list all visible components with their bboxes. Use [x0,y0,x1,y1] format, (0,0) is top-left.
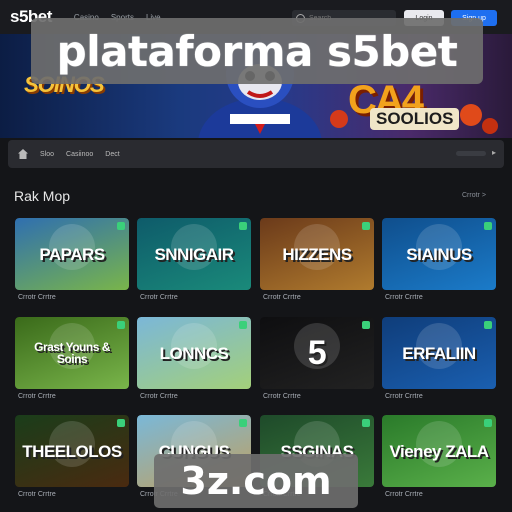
fruit-decoration [482,118,498,134]
overlay-title-text: plataforma s5bet [56,26,458,76]
game-title: SIAINUS [406,244,472,264]
game-title: THEELOLOS [22,441,122,461]
game-card[interactable]: THEELOLOS Crrotr Crrtre [15,415,129,498]
category-bar: Sloo Casiinoo Dect ▸ [8,140,504,168]
game-title: Grast Youns & Soins [34,340,110,366]
overlay-domain: 3z.com [154,454,358,508]
game-card[interactable]: Grast Youns & Soins Crrotr Crrtre [15,317,129,400]
game-card[interactable]: HIZZENS Crrotr Crrtre [260,218,374,301]
new-badge-icon [484,419,492,427]
game-card[interactable]: SIAINUS Crrotr Crrtre [382,218,496,301]
category-tab[interactable]: Casiinoo [66,151,93,158]
new-badge-icon [239,419,247,427]
game-thumbnail[interactable]: ERFALIIN [382,317,496,389]
section-view-all-link[interactable]: Crrotr > [462,192,486,199]
new-badge-icon [362,419,370,427]
game-title: 5 [307,334,327,372]
game-thumbnail[interactable]: LONNCS [137,317,251,389]
game-thumbnail[interactable]: THEELOLOS [15,415,129,487]
game-title: HIZZENS [282,244,352,264]
game-title: Vieney ZALA [389,441,489,461]
new-badge-icon [239,222,247,230]
game-caption: Crrotr Crrtre [263,393,301,400]
page: s5bet Casino Sports Live Login Sign up S… [0,0,512,512]
game-thumbnail[interactable]: Grast Youns & Soins [15,317,129,389]
overlay-domain-text: 3z.com [180,459,332,503]
game-caption: Crrotr Crrtre [18,491,56,498]
game-card[interactable]: PAPARS Crrotr Crrtre [15,218,129,301]
game-caption: Crrotr Crrtre [385,393,423,400]
game-title: ERFALIIN [402,343,476,363]
game-caption: Crrotr Crrtre [385,294,423,301]
game-title: SNNIGAIR [154,244,234,264]
game-card[interactable]: Vieney ZALA Crrotr Crrtre [382,415,496,498]
game-caption: Crrotr Crrtre [140,393,178,400]
new-badge-icon [362,222,370,230]
game-title: LONNCS [159,343,229,363]
game-thumbnail[interactable]: Vieney ZALA [382,415,496,487]
fruit-decoration [330,110,348,128]
game-caption: Crrotr Crrtre [385,491,423,498]
game-thumbnail[interactable]: SNNIGAIR [137,218,251,290]
game-thumbnail[interactable]: PAPARS [15,218,129,290]
new-badge-icon [484,321,492,329]
game-card[interactable]: ERFALIIN Crrotr Crrtre [382,317,496,400]
chevron-right-icon[interactable]: ▸ [492,148,496,157]
new-badge-icon [239,321,247,329]
new-badge-icon [117,222,125,230]
game-caption: Crrotr Crrtre [140,294,178,301]
category-tab[interactable]: Sloo [40,151,54,158]
new-badge-icon [484,222,492,230]
home-icon[interactable] [18,149,28,159]
fruit-decoration [460,104,482,126]
game-thumbnail[interactable]: SIAINUS [382,218,496,290]
new-badge-icon [117,419,125,427]
new-badge-icon [362,321,370,329]
game-card[interactable]: 5 Crrotr Crrtre [260,317,374,400]
game-thumbnail[interactable]: 5 [260,317,374,389]
game-caption: Crrotr Crrtre [18,393,56,400]
category-scrollbar[interactable] [456,151,486,156]
game-caption: Crrotr Crrtre [18,294,56,301]
game-thumbnail[interactable]: HIZZENS [260,218,374,290]
hero-sub-text: SOOLIOS [370,108,460,130]
game-title: PAPARS [39,244,105,264]
new-badge-icon [117,321,125,329]
section-title: Rak Mop [14,188,71,204]
game-card[interactable]: SNNIGAIR Crrotr Crrtre [137,218,251,301]
game-caption: Crrotr Crrtre [263,294,301,301]
game-card[interactable]: LONNCS Crrotr Crrtre [137,317,251,400]
overlay-title: plataforma s5bet [31,18,483,84]
category-tab[interactable]: Dect [105,151,119,158]
